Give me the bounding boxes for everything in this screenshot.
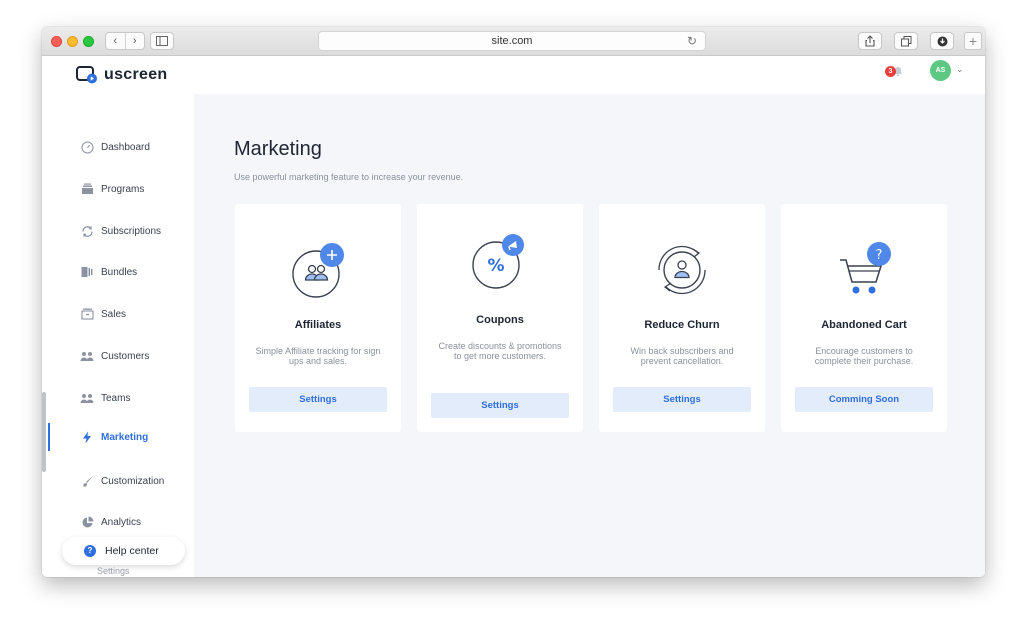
sidebar-item-analytics[interactable]: Analytics bbox=[48, 510, 194, 534]
tabs-icon bbox=[900, 35, 911, 46]
download-icon bbox=[937, 36, 947, 46]
sidebar-item-label: Bundles bbox=[101, 266, 138, 278]
share-button[interactable] bbox=[858, 32, 882, 50]
lightning-icon bbox=[80, 430, 94, 444]
sidebar-item-label: Subscriptions bbox=[101, 225, 162, 237]
card-title: Reduce Churn bbox=[644, 319, 720, 331]
affiliates-icon bbox=[292, 243, 344, 298]
back-button[interactable]: ‹ bbox=[106, 33, 125, 49]
svg-text:?: ? bbox=[876, 248, 883, 263]
cart-illustration: ? bbox=[781, 234, 947, 306]
sidebar-item-label: Marketing bbox=[101, 431, 149, 443]
avatar[interactable]: AS bbox=[930, 60, 951, 81]
sidebar-item-customization[interactable]: Customization bbox=[48, 469, 194, 493]
zoom-window-button[interactable] bbox=[83, 36, 94, 47]
sidebar-item-dashboard[interactable]: Dashboard bbox=[48, 135, 194, 159]
sidebar-item-customers[interactable]: Customers bbox=[48, 344, 194, 368]
sidebar-item-label: Sales bbox=[101, 308, 127, 320]
help-center-label: Help center bbox=[105, 545, 159, 557]
shopping-cart-icon: ? bbox=[840, 242, 891, 294]
coupons-illustration: % bbox=[417, 231, 583, 303]
sidebar-item-label: Teams bbox=[101, 392, 131, 404]
notifications-button[interactable]: 3 bbox=[885, 64, 905, 82]
new-tab-button[interactable]: + bbox=[964, 32, 982, 50]
browser-window: ‹ › site.com ↻ + uscreen 3 AS ⌄ Dashboar… bbox=[42, 27, 985, 577]
page-title: Marketing bbox=[234, 138, 322, 160]
logo[interactable]: uscreen bbox=[76, 66, 167, 84]
logo-icon bbox=[76, 66, 97, 84]
card-description: Encourage customers to complete their pu… bbox=[814, 346, 914, 366]
card-title: Coupons bbox=[476, 314, 524, 326]
sidebar-item-sales[interactable]: Sales bbox=[48, 302, 194, 326]
sidebar-item-label: Dashboard bbox=[101, 141, 150, 153]
card-description: Simple Affiliate tracking for sign ups a… bbox=[255, 346, 381, 366]
card-description: Win back subscribers and prevent cancell… bbox=[630, 346, 734, 366]
coupons-card: % Coupons Create discounts & promotions … bbox=[417, 204, 583, 432]
churn-cycle-icon bbox=[658, 245, 706, 295]
sidebar-item-label: Analytics bbox=[101, 516, 142, 528]
sidebar-item-settings-partial[interactable]: Settings bbox=[97, 566, 130, 576]
card-title: Affiliates bbox=[294, 319, 342, 331]
notification-count-badge: 3 bbox=[885, 66, 896, 77]
minimize-window-button[interactable] bbox=[67, 36, 78, 47]
address-bar[interactable]: site.com ↻ bbox=[318, 31, 706, 51]
sidebar: Dashboard Programs Subscriptions Bundles… bbox=[42, 94, 194, 577]
coupons-settings-button[interactable]: Settings bbox=[431, 393, 569, 418]
svg-text:%: % bbox=[487, 256, 504, 276]
sidebar-item-teams[interactable]: Teams bbox=[48, 386, 194, 410]
close-window-button[interactable] bbox=[51, 36, 62, 47]
sidebar-toggle-button[interactable] bbox=[150, 32, 174, 50]
team-icon bbox=[80, 391, 94, 405]
card-title: Abandoned Cart bbox=[821, 319, 907, 331]
sidebar-item-bundles[interactable]: Bundles bbox=[48, 260, 194, 284]
reload-icon[interactable]: ↻ bbox=[687, 32, 697, 50]
help-center-button[interactable]: ? Help center bbox=[62, 537, 185, 565]
question-icon: ? bbox=[84, 545, 96, 557]
browser-toolbar: ‹ › site.com ↻ + bbox=[42, 27, 985, 56]
app-header: uscreen 3 AS ⌄ bbox=[42, 56, 985, 94]
sidebar-scrollbar[interactable] bbox=[42, 392, 46, 472]
pie-icon bbox=[80, 515, 94, 529]
percent-tag-icon: % bbox=[472, 234, 524, 289]
sales-icon bbox=[80, 307, 94, 321]
main-content: Marketing Use powerful marketing feature… bbox=[194, 94, 985, 577]
sidebar-item-subscriptions[interactable]: Subscriptions bbox=[48, 219, 194, 243]
refresh-icon bbox=[80, 224, 94, 238]
share-icon bbox=[865, 35, 875, 47]
reduce-churn-settings-button[interactable]: Settings bbox=[613, 387, 751, 412]
card-description: Create discounts & promotions to get mor… bbox=[438, 341, 562, 361]
reduce-churn-card: Reduce Churn Win back subscribers and pr… bbox=[599, 204, 765, 432]
sidebar-item-marketing[interactable]: Marketing bbox=[48, 425, 194, 449]
affiliates-settings-button[interactable]: Settings bbox=[249, 387, 387, 412]
tabs-overview-button[interactable] bbox=[894, 32, 918, 50]
abandoned-cart-coming-soon-button[interactable]: Comming Soon bbox=[795, 387, 933, 412]
page-subtitle: Use powerful marketing feature to increa… bbox=[234, 172, 464, 182]
chevron-down-icon[interactable]: ⌄ bbox=[956, 64, 964, 75]
affiliates-illustration bbox=[235, 234, 401, 306]
abandoned-cart-card: ? Abandoned Cart Encourage customers to … bbox=[781, 204, 947, 432]
sidebar-item-label: Customization bbox=[101, 475, 165, 487]
history-nav: ‹ › bbox=[105, 32, 145, 50]
logo-text: uscreen bbox=[104, 66, 168, 83]
brush-icon bbox=[80, 474, 94, 488]
churn-illustration bbox=[599, 234, 765, 306]
programs-icon bbox=[80, 182, 94, 196]
sidebar-item-label: Customers bbox=[101, 350, 150, 362]
downloads-button[interactable] bbox=[930, 32, 954, 50]
users-icon bbox=[80, 349, 94, 363]
bundles-icon bbox=[80, 265, 94, 279]
sidebar-item-label: Programs bbox=[101, 183, 145, 195]
sidebar-item-programs[interactable]: Programs bbox=[48, 177, 194, 201]
url-text: site.com bbox=[491, 35, 533, 47]
forward-button[interactable]: › bbox=[124, 33, 145, 49]
sidebar-icon bbox=[156, 36, 168, 46]
speedometer-icon bbox=[80, 140, 94, 154]
affiliates-card: Affiliates Simple Affiliate tracking for… bbox=[235, 204, 401, 432]
